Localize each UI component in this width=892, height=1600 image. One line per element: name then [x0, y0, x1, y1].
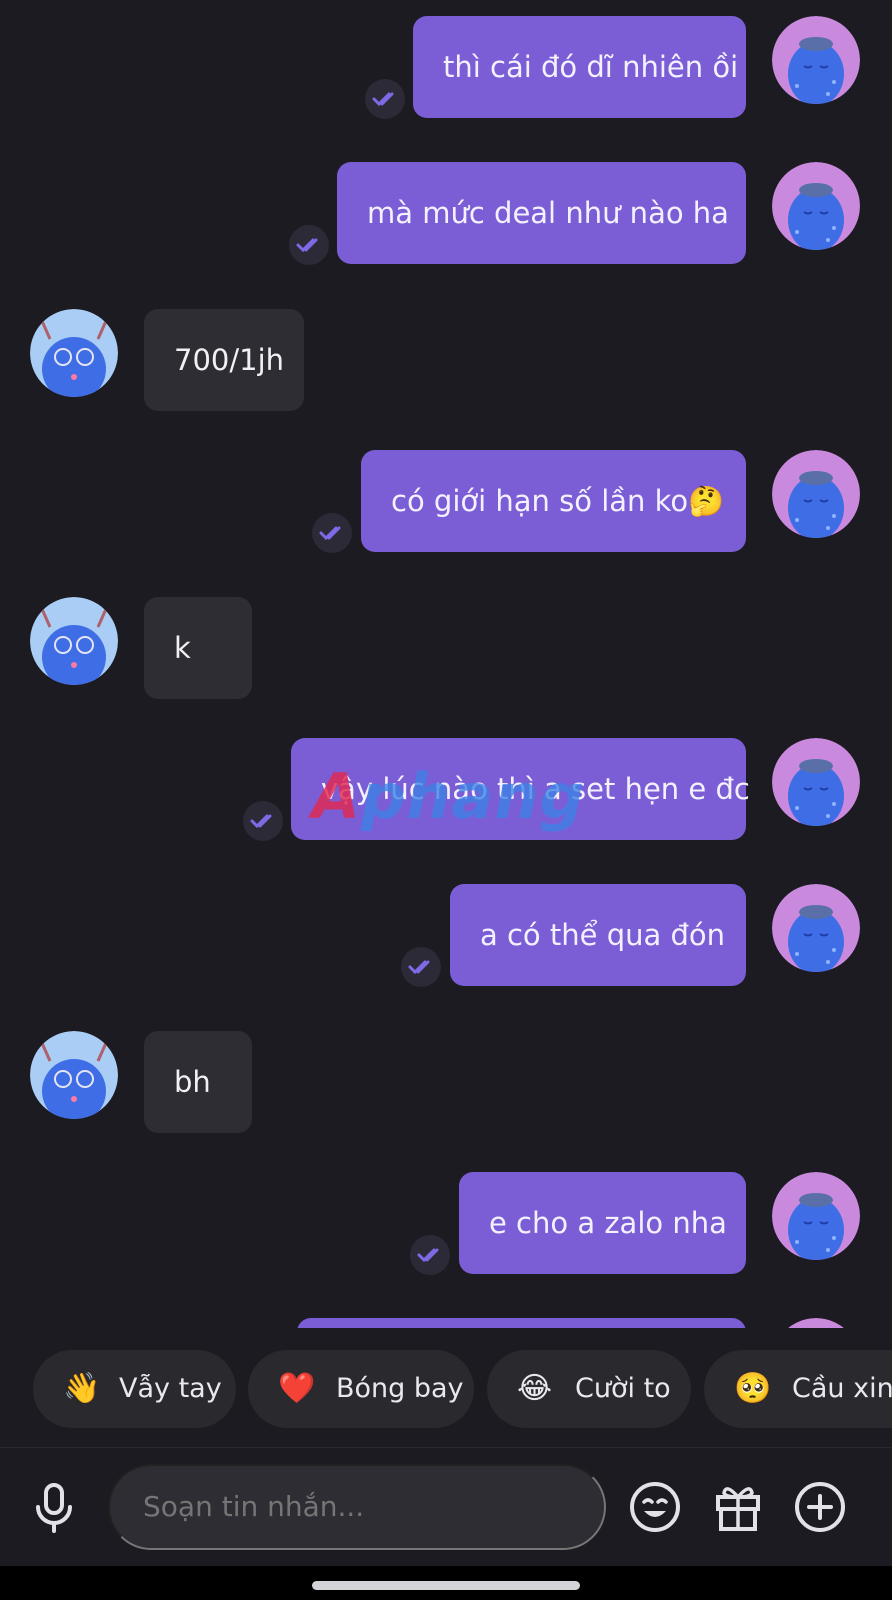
- composer-bar: [0, 1448, 892, 1566]
- heart-icon: ❤️: [278, 1371, 316, 1406]
- double-check-icon: [312, 513, 352, 553]
- avatar-self[interactable]: [772, 450, 860, 538]
- message-bubble-outgoing[interactable]: mà mức deal như nào ha: [337, 162, 746, 264]
- double-check-icon: [243, 801, 283, 841]
- avatar-self[interactable]: [772, 1172, 860, 1260]
- avatar-self[interactable]: [772, 162, 860, 250]
- message-bubble-outgoing[interactable]: e cho a zalo nha: [459, 1172, 746, 1274]
- gift-icon[interactable]: [708, 1477, 768, 1537]
- laughing-face-icon: 😂: [517, 1371, 553, 1406]
- double-check-icon: [410, 1235, 450, 1275]
- double-check-icon: [289, 225, 329, 265]
- avatar-self[interactable]: [772, 884, 860, 972]
- system-navigation-bar: [0, 1566, 892, 1600]
- message-bubble-outgoing-partial[interactable]: [297, 1318, 746, 1328]
- avatar-self[interactable]: [772, 1318, 860, 1328]
- message-bubble-incoming[interactable]: bh: [144, 1031, 252, 1133]
- quick-reaction-bar: 👋 Vẫy tay ❤️ Bóng bay 😂 Cười to 🥺 Cầu xi…: [0, 1350, 892, 1428]
- plus-circle-icon[interactable]: [790, 1477, 850, 1537]
- message-bubble-outgoing[interactable]: có giới hạn số lần ko🤔: [361, 450, 746, 552]
- message-input[interactable]: [108, 1464, 606, 1550]
- avatar-contact[interactable]: [30, 1031, 118, 1119]
- watermark: Aphang: [312, 760, 585, 833]
- message-bubble-incoming[interactable]: k: [144, 597, 252, 699]
- avatar-contact[interactable]: [30, 597, 118, 685]
- avatar-self[interactable]: [772, 16, 860, 104]
- pleading-face-icon: 🥺: [734, 1371, 772, 1406]
- mic-icon[interactable]: [24, 1477, 84, 1537]
- quick-reaction-plead[interactable]: 🥺 Cầu xin: [704, 1350, 892, 1428]
- message-bubble-outgoing[interactable]: thì cái đó dĩ nhiên ồi: [413, 16, 746, 118]
- emoji-icon[interactable]: [625, 1477, 685, 1537]
- chat-thread[interactable]: thì cái đó dĩ nhiên ồi mà mức deal như n…: [0, 0, 892, 1328]
- message-bubble-outgoing[interactable]: a có thể qua đón: [450, 884, 746, 986]
- avatar-self[interactable]: [772, 738, 860, 826]
- quick-reaction-balloon[interactable]: ❤️ Bóng bay: [248, 1350, 474, 1428]
- waving-hand-icon: 👋: [63, 1371, 101, 1406]
- avatar-contact[interactable]: [30, 309, 118, 397]
- double-check-icon: [365, 79, 405, 119]
- quick-reaction-wave[interactable]: 👋 Vẫy tay: [33, 1350, 236, 1428]
- double-check-icon: [401, 947, 441, 987]
- message-bubble-incoming[interactable]: 700/1jh: [144, 309, 304, 411]
- home-indicator[interactable]: [312, 1581, 580, 1590]
- quick-reaction-laugh[interactable]: 😂 Cười to: [487, 1350, 691, 1428]
